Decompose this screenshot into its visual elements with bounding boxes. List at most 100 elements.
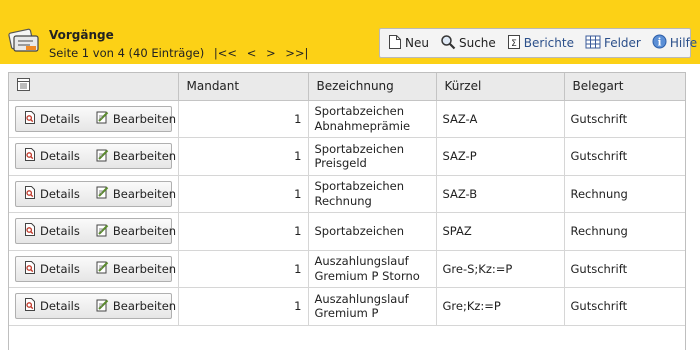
bezeichnung-cell: Sportabzeichen Rechnung: [308, 175, 437, 213]
last-page-link[interactable]: >>|: [285, 46, 308, 60]
details-button-label: Details: [40, 186, 80, 201]
help-button[interactable]: i Hilfe: [652, 34, 697, 52]
reports-button[interactable]: Σ Berichte: [507, 34, 574, 53]
belegart-cell: Gutschrift: [564, 137, 685, 176]
search-button-label: Suche: [458, 36, 496, 50]
edit-button-label: Bearbeiten: [112, 224, 177, 239]
row-actions-cell: Details Bearbeiten: [9, 250, 179, 288]
details-icon: [24, 222, 40, 240]
edit-button[interactable]: Bearbeiten: [96, 223, 176, 240]
mandant-cell: 1: [178, 250, 309, 288]
edit-button[interactable]: Bearbeiten: [96, 260, 176, 277]
fields-button[interactable]: Felder: [585, 35, 641, 52]
help-button-label: Hilfe: [669, 36, 698, 50]
edit-button-label: Bearbeiten: [112, 299, 177, 314]
column-header-kuerzel[interactable]: Kürzel: [436, 73, 565, 101]
magnifier-icon: [440, 34, 459, 53]
edit-button-label: Bearbeiten: [112, 149, 177, 164]
table-row: Details Bearbeiten 1 Sportabzeichen Prei…: [9, 137, 685, 176]
row-actions-cell: Details Bearbeiten: [9, 212, 179, 251]
details-button[interactable]: Details: [24, 222, 80, 240]
table-header-row: Mandant Bezeichnung Kürzel Belegart: [9, 73, 685, 101]
mandant-cell: 1: [178, 287, 309, 326]
mandant-cell: 1: [178, 175, 309, 213]
row-actions-cell: Details Bearbeiten: [9, 100, 179, 138]
row-action-buttons: Details Bearbeiten: [15, 218, 176, 245]
belegart-cell: Gutschrift: [564, 100, 685, 138]
edit-button-label: Bearbeiten: [112, 186, 177, 201]
bezeichnung-cell: Sportabzeichen Preisgeld: [308, 137, 437, 176]
bezeichnung-cell: Auszahlungslauf Gremium P: [308, 287, 437, 326]
pagination: Seite 1 von 4 (40 Einträge) |<< < > >>|: [49, 46, 308, 60]
edit-button[interactable]: Bearbeiten: [96, 185, 176, 202]
table-row: Details Bearbeiten 1 Sportabzeichen SPAZ…: [9, 212, 685, 251]
column-chooser-header[interactable]: [9, 73, 179, 101]
help-icon: i: [652, 34, 670, 52]
new-button[interactable]: Neu: [388, 34, 429, 53]
records-table: Mandant Bezeichnung Kürzel Belegart Deta…: [9, 73, 685, 326]
row-action-buttons: Details Bearbeiten: [15, 255, 176, 282]
first-page-link[interactable]: |<<: [214, 46, 237, 60]
edit-button[interactable]: Bearbeiten: [96, 148, 176, 165]
details-button-label: Details: [40, 111, 80, 126]
page-title: Vorgänge: [49, 28, 114, 42]
header-bar: Vorgänge Seite 1 von 4 (40 Einträge) |<<…: [0, 0, 700, 64]
report-icon: Σ: [507, 34, 524, 53]
row-action-buttons: Details Bearbeiten: [15, 293, 176, 320]
table-row: Details Bearbeiten 1 Sportabzeichen Rech…: [9, 175, 685, 213]
mandant-cell: 1: [178, 212, 309, 251]
column-chooser-icon[interactable]: [17, 78, 30, 94]
edit-button[interactable]: Bearbeiten: [96, 298, 176, 315]
table-row: Details Bearbeiten 1 Auszahlungslauf Gre…: [9, 250, 685, 288]
toolbar: Neu Suche Σ Berichte Felder i Hilfe: [379, 28, 697, 58]
row-actions-cell: Details Bearbeiten: [9, 137, 179, 176]
details-button-label: Details: [40, 261, 80, 276]
next-page-link[interactable]: >: [266, 46, 276, 60]
kuerzel-cell: SAZ-B: [436, 175, 565, 213]
details-button[interactable]: Details: [24, 110, 80, 128]
kuerzel-cell: SPAZ: [436, 212, 565, 251]
table-row: Details Bearbeiten 1 Sportabzeichen Abna…: [9, 100, 685, 138]
edit-icon: [96, 298, 113, 315]
bezeichnung-cell: Auszahlungslauf Gremium P Storno: [308, 250, 437, 288]
row-actions-cell: Details Bearbeiten: [9, 175, 179, 213]
fields-button-label: Felder: [603, 36, 641, 50]
belegart-cell: Rechnung: [564, 212, 685, 251]
belegart-cell: Gutschrift: [564, 250, 685, 288]
edit-icon: [96, 260, 113, 277]
column-header-mandant[interactable]: Mandant: [178, 73, 309, 101]
details-button[interactable]: Details: [24, 147, 80, 165]
prev-page-link[interactable]: <: [247, 46, 257, 60]
row-action-buttons: Details Bearbeiten: [15, 180, 176, 207]
records-table-frame: Mandant Bezeichnung Kürzel Belegart Deta…: [8, 72, 686, 350]
reports-button-label: Berichte: [523, 36, 574, 50]
edit-icon: [96, 110, 113, 127]
new-document-icon: [388, 34, 405, 53]
column-header-bezeichnung[interactable]: Bezeichnung: [308, 73, 437, 101]
belegart-cell: Rechnung: [564, 175, 685, 213]
search-button[interactable]: Suche: [440, 34, 496, 53]
details-button[interactable]: Details: [24, 297, 80, 315]
mandant-cell: 1: [178, 137, 309, 176]
details-button[interactable]: Details: [24, 185, 80, 203]
svg-text:i: i: [657, 38, 661, 49]
new-button-label: Neu: [405, 36, 429, 50]
edit-button[interactable]: Bearbeiten: [96, 110, 176, 127]
edit-button-label: Bearbeiten: [112, 261, 177, 276]
table-row: Details Bearbeiten 1 Auszahlungslauf Gre…: [9, 287, 685, 326]
column-header-belegart[interactable]: Belegart: [564, 73, 685, 101]
kuerzel-cell: Gre;Kz:=P: [436, 287, 565, 326]
details-button[interactable]: Details: [24, 260, 80, 278]
edit-icon: [96, 148, 113, 165]
details-icon: [24, 147, 40, 165]
bezeichnung-cell: Sportabzeichen: [308, 212, 437, 251]
details-icon: [24, 260, 40, 278]
details-icon: [24, 110, 40, 128]
row-action-buttons: Details Bearbeiten: [15, 105, 176, 132]
edit-icon: [96, 185, 113, 202]
details-button-label: Details: [40, 299, 80, 314]
edit-button-label: Bearbeiten: [112, 111, 177, 126]
kuerzel-cell: SAZ-A: [436, 100, 565, 138]
fields-grid-icon: [585, 35, 604, 52]
bezeichnung-cell: Sportabzeichen Abnahmeprämie: [308, 100, 437, 138]
